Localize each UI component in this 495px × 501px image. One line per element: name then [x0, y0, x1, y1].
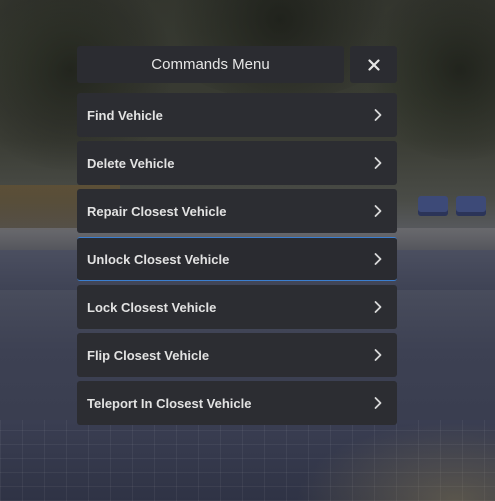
chevron-right-icon — [369, 202, 387, 220]
menu-title: Commands Menu — [77, 46, 344, 83]
menu-item-lock-closest-vehicle[interactable]: Lock Closest Vehicle — [77, 285, 397, 329]
chevron-right-icon — [369, 346, 387, 364]
commands-menu: Commands Menu Find Vehicle Delete Vehicl… — [77, 46, 397, 429]
bench — [418, 196, 448, 216]
chevron-right-icon — [369, 106, 387, 124]
menu-item-delete-vehicle[interactable]: Delete Vehicle — [77, 141, 397, 185]
menu-item-label: Flip Closest Vehicle — [87, 347, 210, 363]
close-icon — [367, 58, 380, 71]
chevron-right-icon — [369, 250, 387, 268]
menu-item-label: Repair Closest Vehicle — [87, 203, 227, 219]
menu-item-find-vehicle[interactable]: Find Vehicle — [77, 93, 397, 137]
menu-item-flip-closest-vehicle[interactable]: Flip Closest Vehicle — [77, 333, 397, 377]
menu-item-label: Lock Closest Vehicle — [87, 299, 217, 315]
menu-items: Find Vehicle Delete Vehicle Repair Close… — [77, 93, 397, 425]
menu-item-repair-closest-vehicle[interactable]: Repair Closest Vehicle — [77, 189, 397, 233]
menu-item-unlock-closest-vehicle[interactable]: Unlock Closest Vehicle — [77, 237, 397, 281]
close-button[interactable] — [350, 46, 397, 83]
menu-header: Commands Menu — [77, 46, 397, 83]
bench — [456, 196, 486, 216]
menu-item-label: Delete Vehicle — [87, 155, 175, 171]
menu-item-label: Unlock Closest Vehicle — [87, 251, 230, 267]
chevron-right-icon — [369, 298, 387, 316]
street-light-glow — [295, 421, 495, 501]
chevron-right-icon — [369, 154, 387, 172]
menu-item-label: Teleport In Closest Vehicle — [87, 395, 252, 411]
menu-item-teleport-in-closest-vehicle[interactable]: Teleport In Closest Vehicle — [77, 381, 397, 425]
menu-item-label: Find Vehicle — [87, 107, 163, 123]
chevron-right-icon — [369, 394, 387, 412]
